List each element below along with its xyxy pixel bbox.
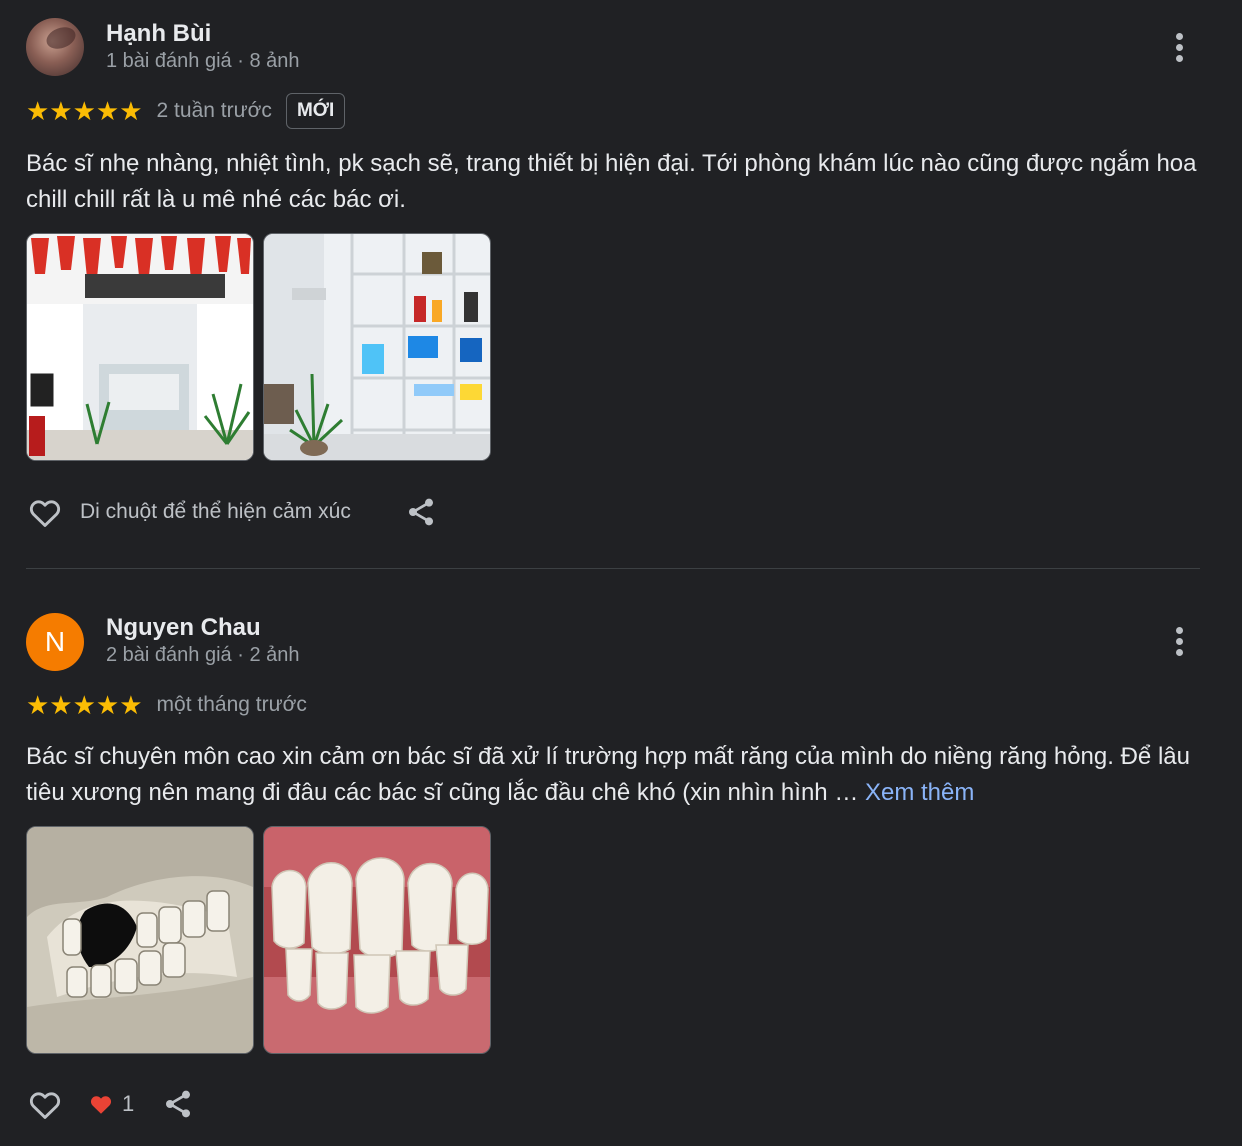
review-photo[interactable]	[263, 826, 491, 1054]
star-rating: ★★★★★	[26, 96, 143, 126]
review-actions: 1	[26, 1082, 194, 1126]
heart-outline-icon[interactable]	[26, 1085, 64, 1123]
heart-filled-icon[interactable]	[88, 1091, 114, 1117]
reviewer-meta: 1 bài đánh giá · 8 ảnh	[106, 50, 300, 72]
review-date: một tháng trước	[156, 693, 307, 716]
reviewer-name[interactable]: Nguyen Chau	[106, 614, 261, 642]
review-photo[interactable]	[26, 826, 254, 1054]
review-photo[interactable]	[26, 233, 254, 461]
review-text: Bác sĩ chuyên môn cao xin cảm ơn bác sĩ …	[26, 739, 1206, 811]
star-rating: ★★★★★	[26, 690, 143, 720]
avatar[interactable]: N	[26, 613, 84, 671]
new-badge: MỚI	[285, 93, 346, 129]
rating-row: ★★★★★ 2 tuần trước MỚI	[26, 92, 346, 130]
review-actions: Di chuột để thể hiện cảm xúc	[26, 490, 437, 534]
review-text: Bác sĩ nhẹ nhàng, nhiệt tình, pk sạch sẽ…	[26, 150, 1197, 213]
more-vert-icon[interactable]	[1168, 30, 1190, 66]
reviewer-meta: 2 bài đánh giá · 2 ảnh	[106, 644, 300, 666]
avatar[interactable]	[26, 18, 84, 76]
heart-outline-icon[interactable]	[26, 493, 64, 531]
rating-row: ★★★★★ một tháng trước	[26, 686, 307, 724]
review-date: 2 tuần trước	[156, 99, 272, 122]
share-icon[interactable]	[162, 1088, 194, 1120]
reaction-count: 1	[122, 1091, 135, 1116]
review-photo[interactable]	[263, 233, 491, 461]
review-card: N Nguyen Chau 2 bài đánh giá · 2 ảnh ★★★…	[0, 570, 1242, 1146]
react-hint-label: Di chuột để thể hiện cảm xúc	[80, 500, 351, 523]
reviewer-name[interactable]: Hạnh Bùi	[106, 20, 211, 48]
more-vert-icon[interactable]	[1168, 624, 1190, 660]
read-more-link[interactable]: Xem thêm	[865, 779, 974, 806]
review-text-body: Bác sĩ chuyên môn cao xin cảm ơn bác sĩ …	[26, 743, 1190, 806]
review-divider	[26, 568, 1200, 569]
share-icon[interactable]	[405, 496, 437, 528]
review-card: Hạnh Bùi 1 bài đánh giá · 8 ảnh ★★★★★ 2 …	[0, 0, 1242, 568]
